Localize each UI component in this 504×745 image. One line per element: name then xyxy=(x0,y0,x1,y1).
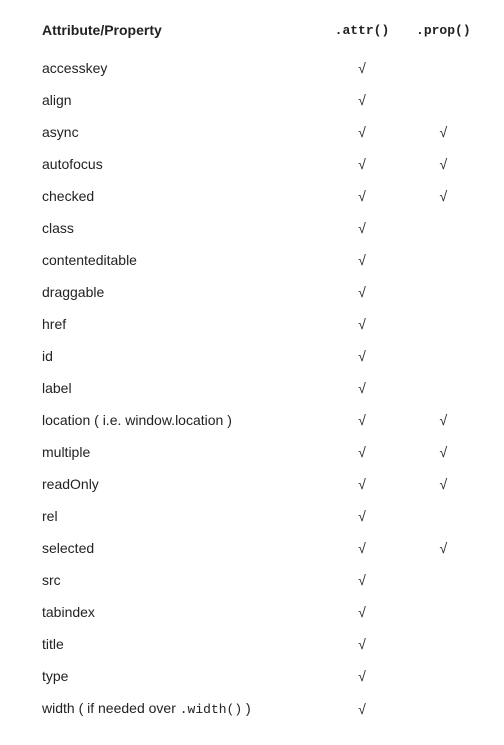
attribute-name-cell: location ( i.e. window.location ) xyxy=(36,404,321,436)
attribute-name-cell: selected xyxy=(36,532,321,564)
prop-check-cell xyxy=(403,596,484,628)
attribute-name-cell: rel xyxy=(36,500,321,532)
table-row: src√ xyxy=(36,564,484,596)
attribute-name-cell: multiple xyxy=(36,436,321,468)
attr-check-cell: √ xyxy=(321,404,402,436)
prop-check-cell: √ xyxy=(403,404,484,436)
table-row: align√ xyxy=(36,84,484,116)
prop-check-cell xyxy=(403,564,484,596)
prop-check-cell xyxy=(403,244,484,276)
attribute-name-cell: src xyxy=(36,564,321,596)
attr-check-cell: √ xyxy=(321,596,402,628)
prop-check-cell xyxy=(403,212,484,244)
table-row: title√ xyxy=(36,628,484,660)
attribute-name-cell: accesskey xyxy=(36,52,321,84)
attribute-name-cell: type xyxy=(36,660,321,692)
prop-check-cell xyxy=(403,84,484,116)
prop-check-cell xyxy=(403,308,484,340)
table-row: contenteditable√ xyxy=(36,244,484,276)
table-row: multiple√√ xyxy=(36,436,484,468)
attribute-name-cell: readOnly xyxy=(36,468,321,500)
table-row: location ( i.e. window.location )√√ xyxy=(36,404,484,436)
attr-check-cell: √ xyxy=(321,468,402,500)
attribute-name-cell: align xyxy=(36,84,321,116)
table-row: readOnly√√ xyxy=(36,468,484,500)
prop-check-cell xyxy=(403,500,484,532)
attribute-name-cell: contenteditable xyxy=(36,244,321,276)
attribute-name-cell: checked xyxy=(36,180,321,212)
attr-check-cell: √ xyxy=(321,436,402,468)
table-row: async√√ xyxy=(36,116,484,148)
attribute-name-cell: href xyxy=(36,308,321,340)
attribute-name-cell: async xyxy=(36,116,321,148)
prop-check-cell: √ xyxy=(403,148,484,180)
table-header-row: Attribute/Property .attr() .prop() xyxy=(36,18,484,52)
attr-check-cell: √ xyxy=(321,52,402,84)
prop-check-cell xyxy=(403,628,484,660)
attribute-name-cell: title xyxy=(36,628,321,660)
attribute-name-cell: class xyxy=(36,212,321,244)
prop-check-cell xyxy=(403,276,484,308)
attr-prop-table: Attribute/Property .attr() .prop() acces… xyxy=(36,18,484,725)
prop-check-cell: √ xyxy=(403,532,484,564)
table-row: class√ xyxy=(36,212,484,244)
prop-check-cell: √ xyxy=(403,468,484,500)
prop-check-cell: √ xyxy=(403,436,484,468)
header-attribute: Attribute/Property xyxy=(36,18,321,52)
attr-check-cell: √ xyxy=(321,628,402,660)
attr-check-cell: √ xyxy=(321,116,402,148)
attr-check-cell: √ xyxy=(321,340,402,372)
attribute-name-cell: autofocus xyxy=(36,148,321,180)
attr-check-cell: √ xyxy=(321,532,402,564)
table-row: checked√√ xyxy=(36,180,484,212)
attribute-name-cell: tabindex xyxy=(36,596,321,628)
table-row: id√ xyxy=(36,340,484,372)
attr-check-cell: √ xyxy=(321,212,402,244)
header-prop-method: .prop() xyxy=(403,18,484,52)
attribute-name-cell: label xyxy=(36,372,321,404)
table-row: accesskey√ xyxy=(36,52,484,84)
attr-check-cell: √ xyxy=(321,180,402,212)
table-row: draggable√ xyxy=(36,276,484,308)
prop-check-cell: √ xyxy=(403,180,484,212)
table-row: label√ xyxy=(36,372,484,404)
attr-check-cell: √ xyxy=(321,276,402,308)
table-row: type√ xyxy=(36,660,484,692)
prop-check-cell xyxy=(403,660,484,692)
prop-check-cell xyxy=(403,372,484,404)
prop-check-cell xyxy=(403,52,484,84)
header-attr-method: .attr() xyxy=(321,18,402,52)
table-row: href√ xyxy=(36,308,484,340)
attr-check-cell: √ xyxy=(321,660,402,692)
table-row: selected√√ xyxy=(36,532,484,564)
prop-check-cell xyxy=(403,340,484,372)
attr-check-cell: √ xyxy=(321,148,402,180)
prop-check-cell: √ xyxy=(403,116,484,148)
attr-check-cell: √ xyxy=(321,244,402,276)
table-row: tabindex√ xyxy=(36,596,484,628)
attribute-name-cell: id xyxy=(36,340,321,372)
attr-check-cell: √ xyxy=(321,500,402,532)
attr-check-cell: √ xyxy=(321,308,402,340)
table-row: rel√ xyxy=(36,500,484,532)
attr-check-cell: √ xyxy=(321,564,402,596)
attribute-name-cell: draggable xyxy=(36,276,321,308)
attr-check-cell: √ xyxy=(321,84,402,116)
attr-check-cell: √ xyxy=(321,372,402,404)
table-row: autofocus√√ xyxy=(36,148,484,180)
